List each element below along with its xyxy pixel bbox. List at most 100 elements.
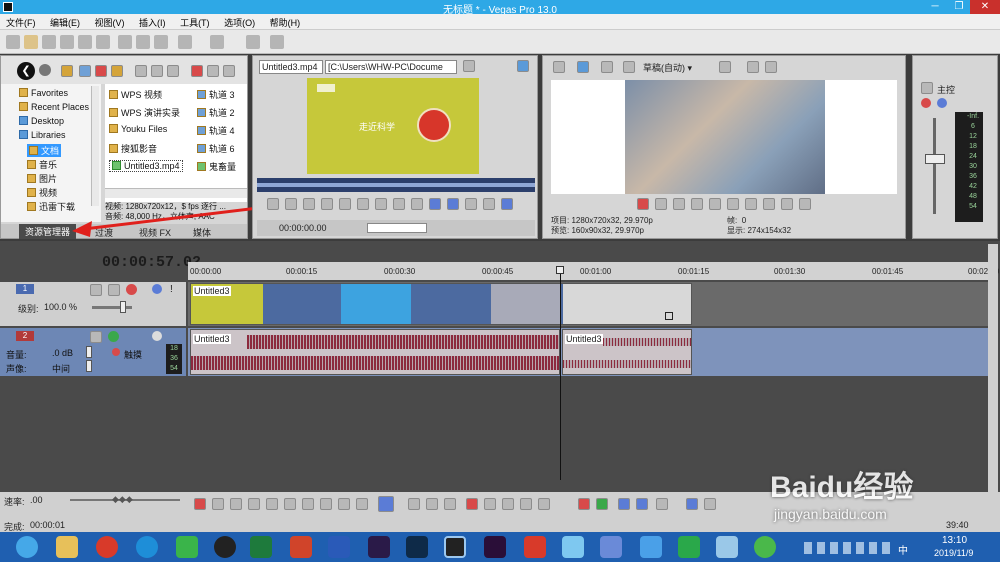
menu-file[interactable]: 文件(F) [0,14,42,31]
forward-button[interactable] [39,64,51,76]
restore-button[interactable]: ❐ [946,0,972,14]
taskbar-app-vegas[interactable] [444,536,466,558]
audio-clip[interactable]: Untitled3 [190,329,560,375]
open-icon[interactable] [24,35,38,49]
pause-icon[interactable] [709,198,721,210]
taskbar-app-qq[interactable] [214,536,236,558]
minimize-button[interactable]: ─ [922,0,948,14]
taskbar-app-word[interactable] [328,536,350,558]
go-start-icon[interactable] [302,498,314,510]
fx-icon[interactable] [601,61,613,73]
overwrite-icon[interactable] [483,198,495,210]
master-fx-icon[interactable] [921,98,931,108]
go-start-icon[interactable] [745,198,757,210]
menu-insert[interactable]: 插入(I) [133,14,172,31]
loop-icon[interactable] [655,198,667,210]
play-icon[interactable] [135,65,147,77]
automation-mode[interactable]: 触摸 [124,348,142,361]
pause-icon[interactable] [321,198,333,210]
file-item[interactable]: 轨道 6 [197,142,235,155]
loop-icon[interactable] [212,498,224,510]
delete-icon[interactable] [466,498,478,510]
preview-quality-select[interactable]: 草稿(自动) ▾ [643,61,713,74]
menu-view[interactable]: 视图(V) [89,14,131,31]
pause-icon[interactable] [266,498,278,510]
save-as-icon[interactable] [60,35,74,49]
menu-edit[interactable]: 编辑(E) [44,14,86,31]
trim-end-icon[interactable] [502,498,514,510]
trimmer-options-icon[interactable] [463,60,475,72]
project-properties-icon[interactable] [553,61,565,73]
snapshot-icon[interactable] [501,198,513,210]
up-folder-icon[interactable] [61,65,73,77]
save-icon[interactable] [42,35,56,49]
undo-icon[interactable] [178,35,192,49]
record-icon[interactable] [637,198,649,210]
playhead-marker[interactable] [556,266,564,274]
play-icon[interactable] [303,198,315,210]
track-settings-icon[interactable] [126,284,137,295]
copy-icon[interactable] [136,35,150,49]
file-item[interactable]: 轨道 3 [197,88,235,101]
overlays-icon[interactable] [719,61,731,73]
crop-icon[interactable] [665,312,673,320]
tree-item-recent[interactable]: Recent Places [19,102,89,112]
next-frame-icon[interactable] [356,498,368,510]
prev-frame-icon[interactable] [393,198,405,210]
trimmer-monitor-icon[interactable] [517,60,529,72]
external-monitor-icon[interactable] [577,61,589,73]
master-properties-icon[interactable] [921,82,933,94]
file-item-selected[interactable]: Untitled3.mp4 [109,160,183,172]
track-fx-icon[interactable] [90,331,102,343]
autoplay-icon[interactable] [167,65,179,77]
taskbar-app-notepad[interactable] [716,536,738,558]
ignore-grouping-icon[interactable] [704,498,716,510]
file-item[interactable]: 轨道 2 [197,106,235,119]
pan-slider-knob[interactable] [86,360,92,372]
taskbar-app-netdisk[interactable] [640,536,662,558]
tree-item-libraries[interactable]: Libraries [19,130,66,140]
back-button[interactable]: ❮ [17,62,35,80]
tree-item-videos[interactable]: 视频 [27,186,57,199]
envelope-tool-icon[interactable] [408,498,420,510]
play-from-start-icon[interactable] [230,498,242,510]
ripple-edit-icon[interactable] [656,498,668,510]
tree-item-favorites[interactable]: Favorites [19,88,68,98]
redo-icon[interactable] [210,35,224,49]
close-button[interactable]: ✕ [970,0,1000,14]
menu-help[interactable]: 帮助(H) [264,14,307,31]
automation-mode-icon[interactable] [112,348,120,356]
tree-item-downloads[interactable]: 迅雷下载 [27,200,75,213]
play-from-start-icon[interactable] [673,198,685,210]
selection-tool-icon[interactable] [426,498,438,510]
snapping-icon[interactable] [618,498,630,510]
tree-item-pictures[interactable]: 图片 [27,172,57,185]
add-track-icon[interactable] [465,198,477,210]
go-start-icon[interactable] [357,198,369,210]
new-icon[interactable] [6,35,20,49]
video-track-header[interactable]: 1 ! 级别: 100.0 % [0,282,186,326]
go-end-icon[interactable] [320,498,332,510]
stop-icon[interactable] [284,498,296,510]
tree-item-music[interactable]: 音乐 [27,158,57,171]
master-mute-icon[interactable] [937,98,947,108]
paint-icon[interactable] [246,35,260,49]
trimmer-range-bar[interactable] [367,223,427,233]
stop-icon[interactable] [151,65,163,77]
lock-envelopes-icon[interactable] [686,498,698,510]
taskbar-app-bird[interactable] [562,536,584,558]
start-button[interactable] [16,536,38,558]
stop-icon[interactable] [339,198,351,210]
paste-icon[interactable] [154,35,168,49]
level-slider[interactable] [92,306,132,309]
play-icon[interactable] [691,198,703,210]
audio-clip[interactable]: Untitled3 [562,329,692,375]
track-mute-icon[interactable] [152,331,162,341]
prev-frame-icon[interactable] [338,498,350,510]
taskbar-app-explorer[interactable] [56,536,78,558]
next-frame-icon[interactable] [411,198,423,210]
prev-frame-icon[interactable] [781,198,793,210]
file-item[interactable]: Youku Files [109,124,167,134]
level-slider-knob[interactable] [120,301,126,313]
clock-time[interactable]: 13:10 [942,535,967,546]
